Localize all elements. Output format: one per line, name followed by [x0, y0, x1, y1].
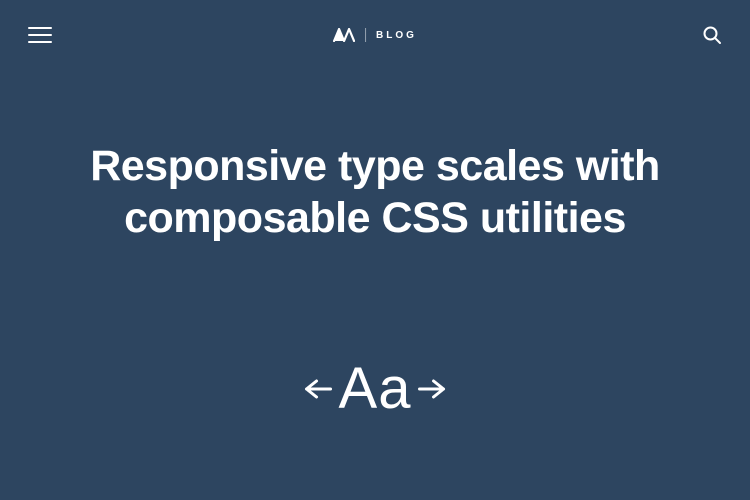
type-scale-illustration: Aa	[305, 360, 446, 418]
brand[interactable]: BLOG	[333, 28, 417, 42]
arrow-left-icon	[305, 377, 333, 401]
arrow-right-icon	[417, 377, 445, 401]
search-button[interactable]	[702, 25, 722, 45]
brand-label: BLOG	[376, 30, 417, 41]
hero: Responsive type scales with composable C…	[0, 70, 750, 245]
search-icon	[702, 25, 722, 45]
type-sample: Aa	[339, 360, 412, 418]
menu-button[interactable]	[28, 27, 52, 43]
page-title: Responsive type scales with composable C…	[50, 140, 700, 245]
header: BLOG	[0, 0, 750, 70]
logo-icon	[333, 28, 355, 42]
brand-divider	[365, 28, 366, 42]
